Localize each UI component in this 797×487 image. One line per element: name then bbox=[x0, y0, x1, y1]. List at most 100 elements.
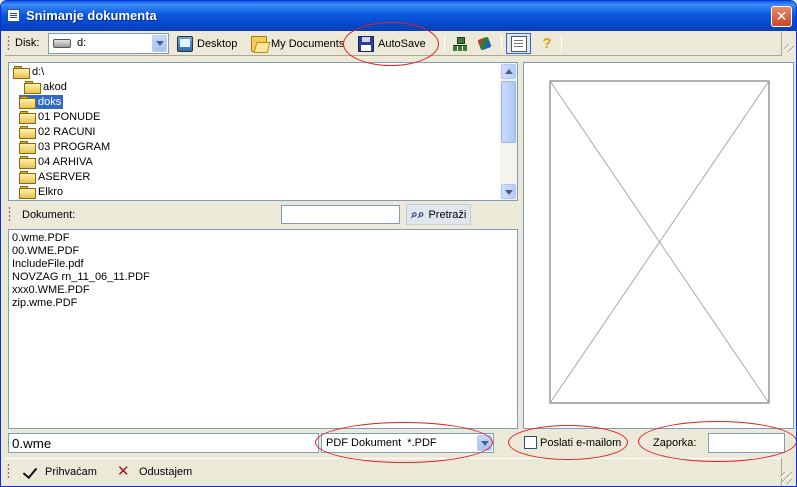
toolbar-separator bbox=[501, 35, 502, 52]
document-search-label: Dokument: bbox=[22, 209, 76, 221]
file-type-select[interactable]: PDF Dokument *.PDF bbox=[321, 433, 494, 453]
my-documents-button[interactable]: My Documents bbox=[247, 33, 348, 54]
cancel-label: Odustajem bbox=[139, 466, 193, 478]
drive-icon bbox=[53, 39, 71, 48]
top-toolbar: Disk: d: Desktop My Documents AutoSave ? bbox=[5, 31, 794, 56]
preview-toggle-button[interactable] bbox=[506, 33, 531, 54]
close-icon: ✕ bbox=[775, 8, 788, 24]
folder-icon bbox=[19, 141, 36, 154]
file-list-item[interactable]: xxx0.WME.PDF bbox=[12, 284, 90, 297]
scroll-thumb[interactable] bbox=[501, 81, 516, 143]
floppy-disk-icon bbox=[358, 35, 374, 52]
desktop-icon bbox=[177, 35, 193, 52]
file-list-item[interactable]: NOVZAG rn_11_06_11.PDF bbox=[12, 271, 150, 284]
tree-item[interactable]: d:\ bbox=[13, 65, 46, 79]
binoculars-icon: ⌕⌕ bbox=[411, 207, 425, 221]
file-list-item[interactable]: 00.WME.PDF bbox=[12, 245, 79, 258]
folder-icon bbox=[19, 111, 36, 124]
folder-icon bbox=[13, 66, 30, 79]
folder-tree-scrollbar[interactable] bbox=[500, 63, 517, 200]
folder-icon bbox=[19, 156, 36, 169]
help-icon: ? bbox=[542, 34, 552, 52]
send-email-checkbox[interactable] bbox=[524, 436, 537, 449]
toolbar-separator bbox=[444, 35, 445, 52]
action-bar: Prihvaćam ✕ Odustajem bbox=[5, 458, 794, 484]
preview-placeholder-icon bbox=[549, 80, 770, 404]
cancel-button[interactable]: ✕ Odustajem bbox=[117, 463, 192, 481]
title-bar[interactable]: Snimanje dokumenta ✕ bbox=[1, 1, 796, 31]
cancel-x-icon: ✕ bbox=[117, 463, 130, 480]
folder-icon bbox=[19, 126, 36, 139]
desktop-label: Desktop bbox=[197, 37, 238, 50]
resize-grip-icon[interactable] bbox=[780, 472, 792, 484]
scroll-up-icon[interactable] bbox=[501, 64, 516, 79]
disk-select[interactable]: d: bbox=[48, 33, 169, 54]
tree-item-label: ASERVER bbox=[38, 171, 91, 183]
scroll-down-icon[interactable] bbox=[501, 184, 516, 199]
accept-button[interactable]: Prihvaćam bbox=[23, 463, 97, 481]
search-bar-grip[interactable] bbox=[8, 206, 11, 223]
books-icon bbox=[477, 36, 493, 52]
file-list[interactable]: 0.wme.PDF 00.WME.PDF IncludeFile.pdf NOVZAG… bbox=[8, 229, 518, 429]
file-type-value: PDF Dokument *.PDF bbox=[326, 437, 437, 449]
library-button[interactable] bbox=[473, 33, 497, 54]
tree-item[interactable]: 01 PONUDE bbox=[19, 110, 102, 124]
disk-value: d: bbox=[77, 37, 87, 49]
accept-label: Prihvaćam bbox=[45, 466, 97, 478]
autosave-label: AutoSave bbox=[378, 37, 426, 50]
help-button[interactable]: ? bbox=[535, 33, 559, 54]
chevron-down-icon[interactable] bbox=[152, 35, 167, 52]
save-document-window: Snimanje dokumenta ✕ Disk: d: Desktop My… bbox=[0, 0, 797, 487]
folder-icon bbox=[19, 96, 36, 109]
preview-panel bbox=[523, 62, 794, 429]
tree-item-label: 03 PROGRAM bbox=[38, 141, 111, 153]
filename-input[interactable] bbox=[8, 433, 319, 453]
password-label: Zaporka: bbox=[653, 437, 697, 449]
desktop-button[interactable]: Desktop bbox=[173, 33, 241, 54]
autosave-button[interactable]: AutoSave bbox=[354, 33, 430, 54]
folder-icon bbox=[19, 186, 36, 199]
tree-item-label: 01 PONUDE bbox=[38, 111, 101, 123]
send-email-label[interactable]: Poslati e-mailom bbox=[540, 437, 621, 449]
search-button[interactable]: ⌕⌕ Pretraži bbox=[406, 204, 472, 225]
tree-item[interactable]: Elkro bbox=[19, 185, 65, 199]
tree-item-label: 04 ARHIVA bbox=[38, 156, 93, 168]
disk-label: Disk: bbox=[15, 37, 40, 49]
toolbar-grip-icon bbox=[784, 44, 794, 52]
password-input[interactable] bbox=[708, 433, 785, 453]
file-list-item[interactable]: IncludeFile.pdf bbox=[12, 258, 84, 271]
tree-item[interactable]: 02 RACUNI bbox=[19, 125, 97, 139]
toolbar-separator bbox=[561, 35, 562, 52]
network-icon bbox=[452, 36, 468, 52]
toolbar-scroll-strip[interactable] bbox=[781, 32, 794, 56]
search-button-label: Pretraži bbox=[428, 208, 467, 221]
tree-item[interactable]: 03 PROGRAM bbox=[19, 140, 112, 154]
action-bar-grip[interactable] bbox=[7, 463, 10, 480]
tree-item-label: d:\ bbox=[32, 66, 45, 78]
checkmark-icon bbox=[23, 465, 39, 479]
resize-corner[interactable] bbox=[780, 458, 794, 486]
tree-item[interactable]: akod bbox=[24, 80, 69, 94]
file-list-item[interactable]: zip.wme.PDF bbox=[12, 297, 77, 310]
my-documents-label: My Documents bbox=[271, 37, 345, 50]
chevron-down-icon[interactable] bbox=[477, 435, 492, 451]
tree-item[interactable]: doks bbox=[19, 95, 64, 109]
tree-item-label: doks bbox=[38, 96, 62, 108]
window-title: Snimanje dokumenta bbox=[26, 8, 157, 23]
file-list-item[interactable]: 0.wme.PDF bbox=[12, 232, 69, 245]
document-preview-icon bbox=[511, 35, 527, 52]
network-button[interactable] bbox=[448, 33, 472, 54]
tree-item[interactable]: ASERVER bbox=[19, 170, 92, 184]
folder-tree[interactable]: d:\ akod doks 01 PONUDE 02 RACUNI 03 PROGRAM 0… bbox=[8, 62, 518, 201]
folder-icon bbox=[19, 171, 36, 184]
tree-item-label: Elkro bbox=[38, 186, 64, 198]
tree-item-label: 02 RACUNI bbox=[38, 126, 96, 138]
open-folder-icon bbox=[251, 35, 267, 52]
tree-item[interactable]: 04 ARHIVA bbox=[19, 155, 95, 169]
window-app-icon bbox=[7, 9, 20, 22]
toolbar-grip[interactable] bbox=[7, 35, 10, 52]
close-button[interactable]: ✕ bbox=[771, 6, 792, 27]
document-search-input[interactable] bbox=[281, 205, 400, 224]
tree-item-label: akod bbox=[43, 81, 67, 93]
folder-icon bbox=[24, 81, 41, 94]
